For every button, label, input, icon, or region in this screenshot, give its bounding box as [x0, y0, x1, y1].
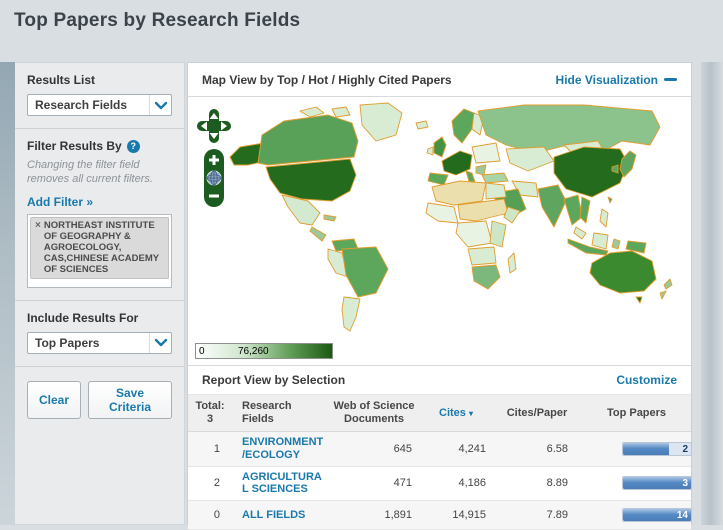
cites-value: 4,241: [420, 431, 492, 467]
column-wos-documents: Web of Science Documents: [328, 395, 420, 433]
legend-min-label: 0: [199, 346, 205, 357]
hide-visualization-label: Hide Visualization: [555, 72, 658, 87]
filter-chip-text: NORTHEAST INSTITUTE OF GEOGRAPHY & AGROE…: [43, 219, 159, 275]
map-view-header: Map View by Top / Hot / Highly Cited Pap…: [188, 63, 691, 97]
hide-visualization-link[interactable]: Hide Visualization: [556, 73, 677, 87]
table-row: 0 ALL FIELDS 1,891 14,915 7.89 14: [188, 500, 692, 530]
map-view-title: Map View by Top / Hot / Highly Cited Pap…: [202, 72, 452, 87]
top-papers-bar: 14: [622, 507, 692, 522]
report-table: Total: 3 Research Fields Web of Science …: [188, 395, 692, 530]
total-label: Total:: [195, 400, 225, 412]
clear-button[interactable]: Clear: [27, 380, 82, 419]
results-list-select[interactable]: Research Fields: [27, 94, 172, 116]
filter-section: Filter Results By ? Changing the filter …: [15, 129, 184, 301]
top-papers-bar: 2: [622, 442, 692, 457]
table-header-row: Total: 3 Research Fields Web of Science …: [188, 395, 691, 433]
documents-value: 471: [328, 466, 420, 501]
include-results-select[interactable]: Top Papers: [27, 331, 172, 354]
top-papers-value: 14: [676, 509, 688, 521]
table-row: 2 AGRICULTURAL SCIENCES 471 4,186 8.89 3: [188, 466, 692, 501]
cites-value: 14,915: [420, 500, 492, 530]
include-results-section: Include Results For Top Papers: [15, 301, 184, 367]
map-area: 0 76,260: [188, 97, 691, 365]
results-list-value: Research Fields: [35, 98, 128, 112]
column-cites-sort[interactable]: Cites ▾: [420, 395, 492, 433]
column-cites-label: Cites: [439, 406, 466, 419]
help-icon[interactable]: ?: [126, 139, 140, 153]
map-legend: 0 76,260: [195, 343, 333, 359]
main-panel: Map View by Top / Hot / Highly Cited Pap…: [187, 62, 692, 530]
results-list-label: Results List: [27, 73, 96, 87]
page-title: Top Papers by Research Fields: [14, 10, 301, 31]
top-papers-value: 2: [682, 444, 688, 456]
cites-per-paper-value: 6.58: [492, 431, 582, 467]
table-row: 1 ENVIRONMENT/ECOLOGY 645 4,241 6.58 2: [188, 431, 692, 467]
top-papers-value: 3: [682, 478, 688, 490]
world-map[interactable]: [224, 101, 686, 335]
field-link[interactable]: AGRICULTURAL SCIENCES: [242, 471, 324, 496]
cites-per-paper-value: 8.89: [492, 466, 582, 501]
field-link[interactable]: ENVIRONMENT/ECOLOGY: [242, 436, 324, 461]
sort-down-icon: ▾: [468, 408, 473, 418]
cites-per-paper-value: 7.89: [492, 500, 582, 530]
sidebar: Results List Research Fields Filter Resu…: [15, 62, 185, 525]
map-zoom-control[interactable]: [204, 149, 224, 212]
save-criteria-button[interactable]: Save Criteria: [88, 380, 172, 419]
row-rank: 0: [188, 500, 232, 530]
report-view-title: Report View by Selection: [202, 373, 346, 387]
sidebar-buttons: Clear Save Criteria: [15, 367, 184, 431]
remove-icon[interactable]: ×: [35, 220, 41, 275]
row-rank: 2: [188, 466, 232, 501]
left-edge-decoration: [0, 62, 15, 525]
globe-icon: [206, 170, 222, 186]
filter-note: Changing the filter field removes all cu…: [27, 159, 153, 185]
column-top-papers: Top Papers: [582, 395, 691, 433]
top-papers-bar-fill: [623, 443, 669, 456]
legend-max-label: 76,260: [238, 346, 269, 357]
results-list-section: Results List Research Fields: [15, 63, 184, 129]
include-results-value: Top Papers: [35, 335, 100, 350]
customize-link[interactable]: Customize: [616, 373, 677, 387]
right-edge-decoration: [701, 62, 723, 525]
minus-icon: [664, 78, 677, 81]
documents-value: 1,891: [328, 500, 420, 530]
top-papers-bar: 3: [622, 476, 692, 491]
field-link[interactable]: ALL FIELDS: [242, 509, 305, 522]
filter-chip[interactable]: × NORTHEAST INSTITUTE OF GEOGRAPHY & AGR…: [30, 216, 169, 279]
filter-listbox[interactable]: × NORTHEAST INSTITUTE OF GEOGRAPHY & AGR…: [27, 213, 172, 288]
column-cites-per-paper: Cites/Paper: [492, 395, 582, 433]
report-view-header: Report View by Selection Customize: [188, 365, 691, 395]
total-header: Total: 3: [188, 395, 232, 433]
row-rank: 1: [188, 431, 232, 467]
chevron-down-icon[interactable]: [149, 95, 171, 115]
top-papers-bar-fill: [623, 477, 691, 490]
add-filter-link[interactable]: Add Filter »: [27, 195, 93, 209]
filter-results-label: Filter Results By: [27, 139, 122, 153]
total-value: 3: [206, 413, 214, 426]
include-results-label: Include Results For: [27, 310, 139, 325]
chevron-down-icon[interactable]: [149, 332, 171, 353]
documents-value: 645: [328, 431, 420, 467]
cites-value: 4,186: [420, 466, 492, 501]
column-research-fields: Research Fields: [232, 395, 328, 433]
